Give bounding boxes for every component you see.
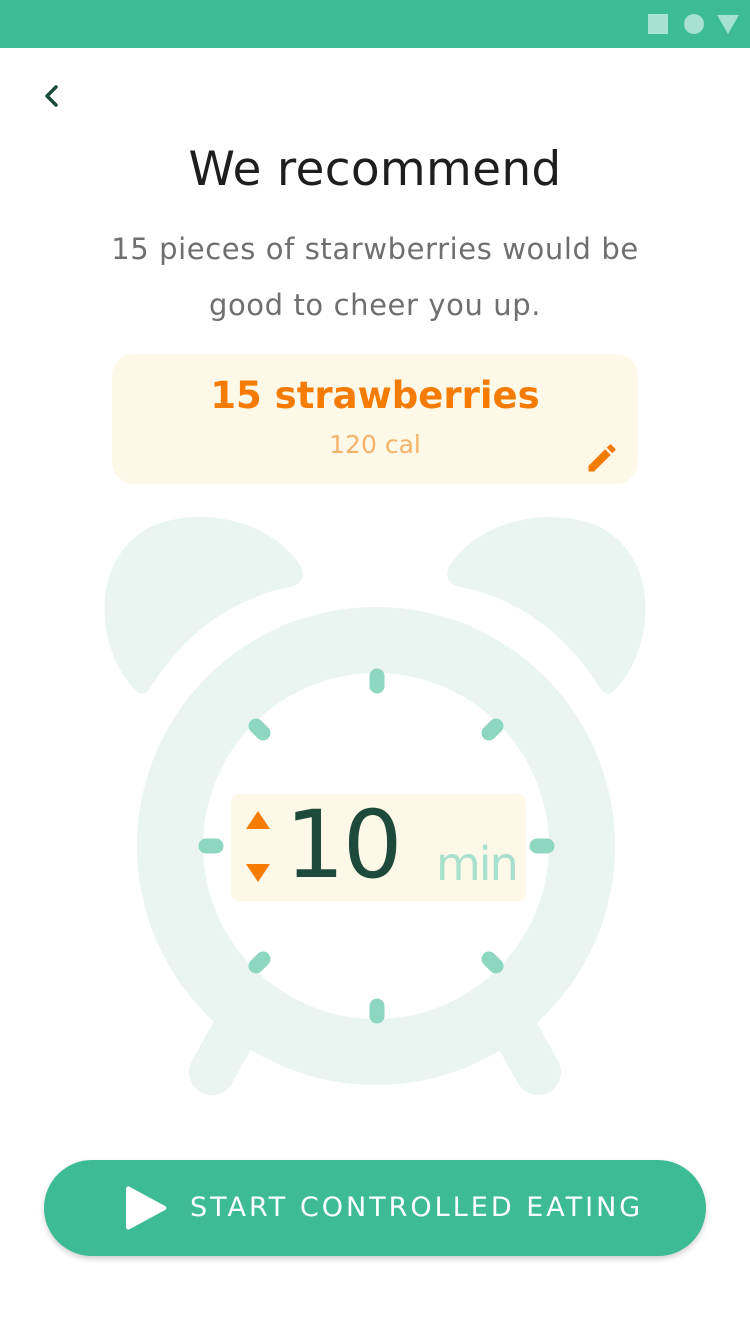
right-leg <box>495 1013 561 1095</box>
timer-display: 10 min <box>231 794 526 901</box>
tick-1030 <box>248 718 271 741</box>
food-calories: 120 cal <box>329 430 421 459</box>
start-button-label: START CONTROLLED EATING <box>190 1192 644 1223</box>
square-icon <box>648 14 668 34</box>
triangle-icon <box>717 15 739 34</box>
food-card: 15 strawberries 120 cal <box>112 354 638 484</box>
decrease-time-button[interactable] <box>245 862 271 884</box>
left-leg <box>189 1013 255 1095</box>
triangle-down-icon <box>246 864 270 882</box>
circle-icon <box>684 14 704 34</box>
status-bar <box>0 0 750 48</box>
chevron-left-icon <box>45 85 58 107</box>
recommendation-text: 15 pieces of starwberries would be good … <box>111 232 639 322</box>
back-button[interactable] <box>28 76 72 116</box>
triangle-up-icon <box>246 811 270 829</box>
tick-730 <box>248 951 271 974</box>
pencil-icon <box>588 444 616 472</box>
edit-button[interactable] <box>584 440 620 476</box>
food-name: 15 strawberries <box>210 374 540 417</box>
start-controlled-eating-button[interactable]: START CONTROLLED EATING <box>44 1160 706 1256</box>
timer-unit: min <box>436 837 519 891</box>
tick-130 <box>481 718 504 741</box>
increase-time-button[interactable] <box>245 809 271 831</box>
page-title: We recommend <box>188 142 562 197</box>
timer-value: 10 <box>285 791 403 900</box>
tick-430 <box>481 951 504 974</box>
play-icon <box>126 1186 167 1230</box>
